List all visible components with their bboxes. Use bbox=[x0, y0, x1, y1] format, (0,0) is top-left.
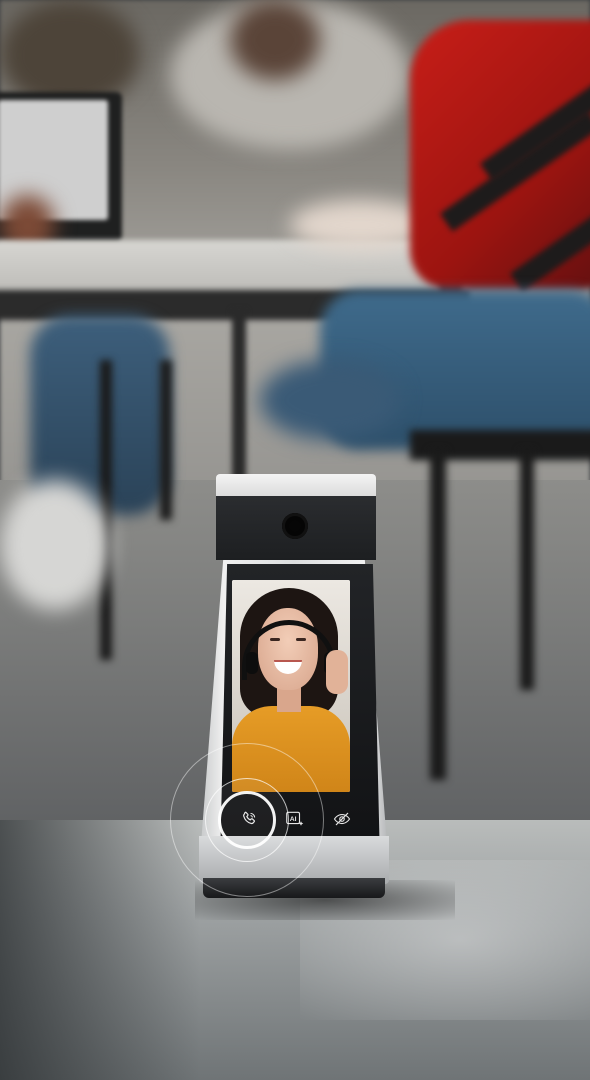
arm bbox=[290, 200, 430, 250]
caller-hand bbox=[326, 650, 348, 694]
pulse-ring-inner bbox=[218, 791, 276, 849]
scene: AI bbox=[0, 0, 590, 1080]
chair-leg bbox=[520, 450, 534, 690]
eye-off-icon bbox=[333, 812, 351, 826]
background-person-head bbox=[230, 0, 320, 80]
privacy-button[interactable] bbox=[330, 808, 354, 830]
device-top-cap bbox=[216, 474, 376, 496]
surface-shade bbox=[0, 820, 200, 1080]
chair-leg bbox=[160, 360, 172, 520]
camera-lens bbox=[282, 513, 308, 539]
headset-earpiece bbox=[246, 652, 258, 674]
chair-leg bbox=[430, 450, 446, 780]
desk-leg bbox=[232, 310, 246, 480]
sneakers bbox=[0, 480, 110, 610]
leg bbox=[260, 360, 400, 440]
